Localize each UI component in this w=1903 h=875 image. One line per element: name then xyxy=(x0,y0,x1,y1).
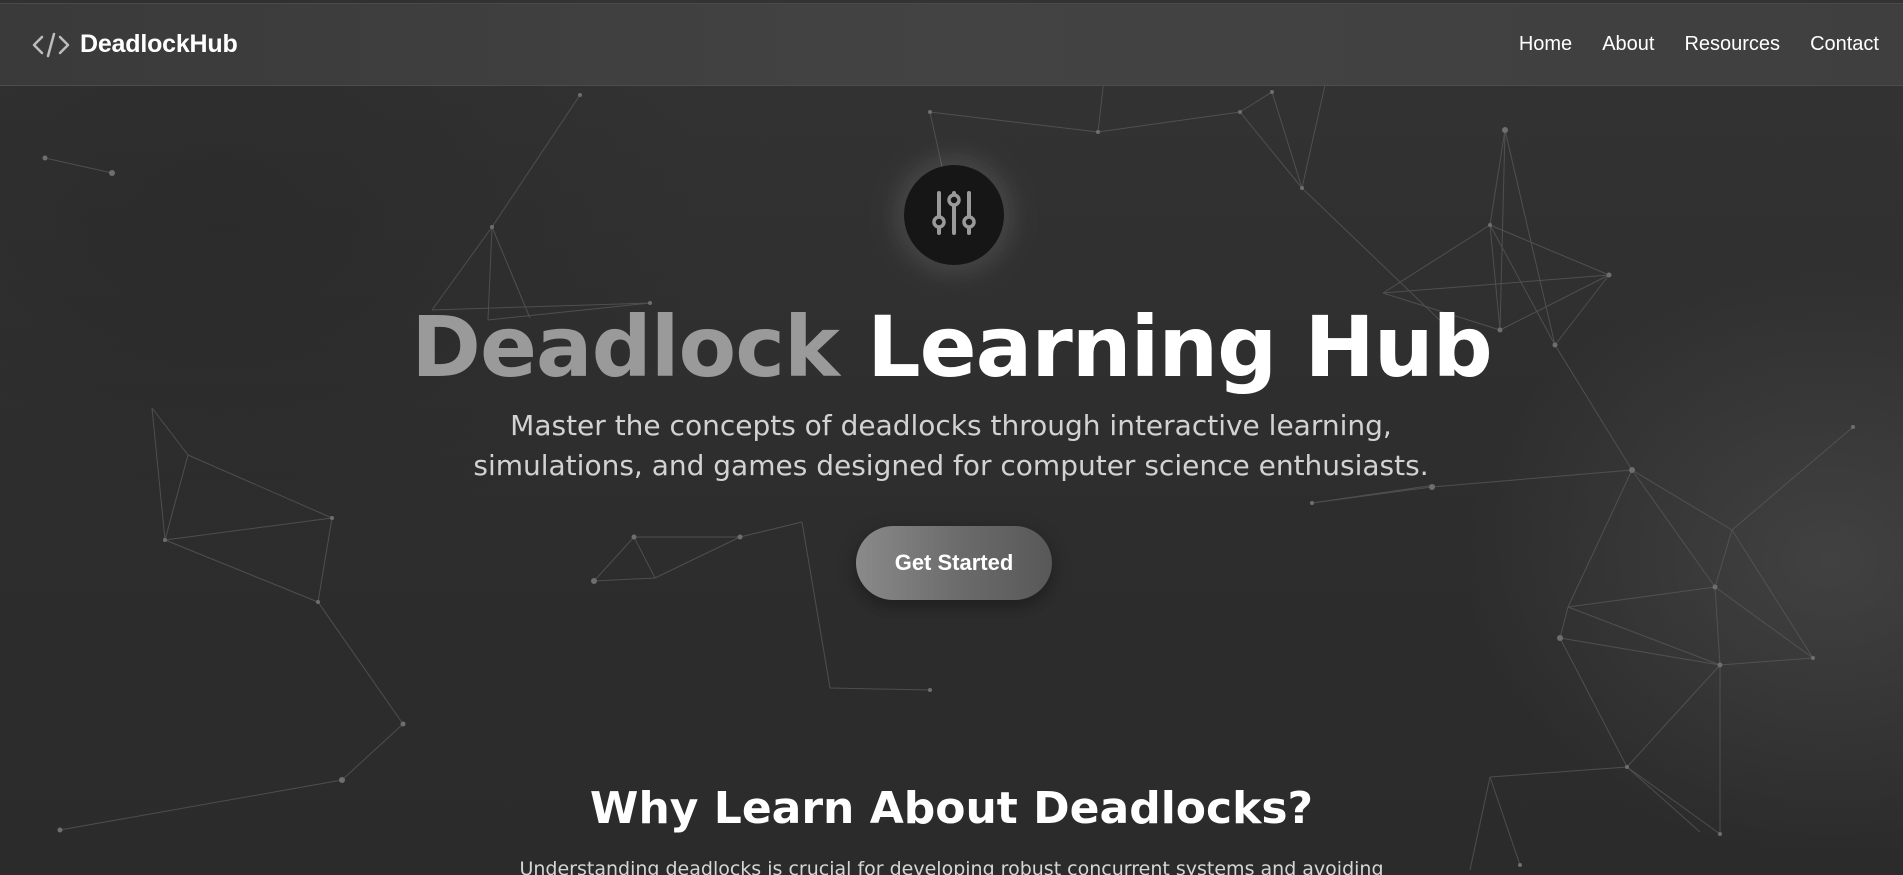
nav-link-about[interactable]: About xyxy=(1602,33,1654,56)
code-icon xyxy=(32,30,70,60)
top-navbar: DeadlockHub Home About Resources Contact xyxy=(0,3,1903,86)
page: DeadlockHub Home About Resources Contact xyxy=(0,0,1903,875)
hero-title: Deadlock Learning Hub xyxy=(0,292,1903,402)
hero-subtitle-line-1: Master the concepts of deadlocks through… xyxy=(510,409,1392,442)
section-text: Understanding deadlocks is crucial for d… xyxy=(519,858,1384,875)
hero-icon-badge xyxy=(904,165,1004,265)
hero-title-accent: Deadlock xyxy=(411,298,840,396)
nav-links: Home About Resources Contact xyxy=(1519,33,1879,56)
hero-subtitle: Master the concepts of deadlocks through… xyxy=(451,406,1451,486)
nav-link-home[interactable]: Home xyxy=(1519,33,1572,56)
brand-name: DeadlockHub xyxy=(80,30,238,58)
get-started-button[interactable]: Get Started xyxy=(856,526,1052,600)
hero-title-rest: Learning Hub xyxy=(867,298,1493,396)
brand-logo-link[interactable]: DeadlockHub xyxy=(32,30,238,60)
sliders-icon xyxy=(931,189,977,241)
nav-link-contact[interactable]: Contact xyxy=(1810,33,1879,56)
nav-link-resources[interactable]: Resources xyxy=(1684,33,1780,56)
hero-subtitle-line-2: simulations, and games designed for comp… xyxy=(473,449,1429,482)
section-title: Why Learn About Deadlocks? xyxy=(589,783,1314,834)
